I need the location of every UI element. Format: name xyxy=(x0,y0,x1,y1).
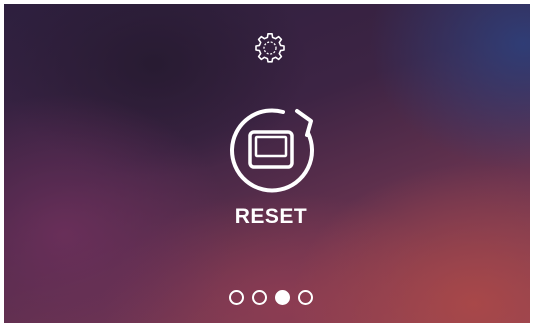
page-dot-4[interactable] xyxy=(298,290,313,305)
reset-screen: RESET xyxy=(4,4,530,323)
page-dot-1[interactable] xyxy=(229,290,244,305)
page-dot-3-active[interactable] xyxy=(275,290,290,305)
reset-button[interactable]: RESET xyxy=(217,105,325,237)
page-dot-2[interactable] xyxy=(252,290,267,305)
page-indicator xyxy=(229,290,313,306)
reset-label: RESET xyxy=(234,205,308,228)
gear-icon xyxy=(255,32,285,63)
settings-button[interactable] xyxy=(254,32,286,64)
device-reset-icon xyxy=(230,108,314,193)
